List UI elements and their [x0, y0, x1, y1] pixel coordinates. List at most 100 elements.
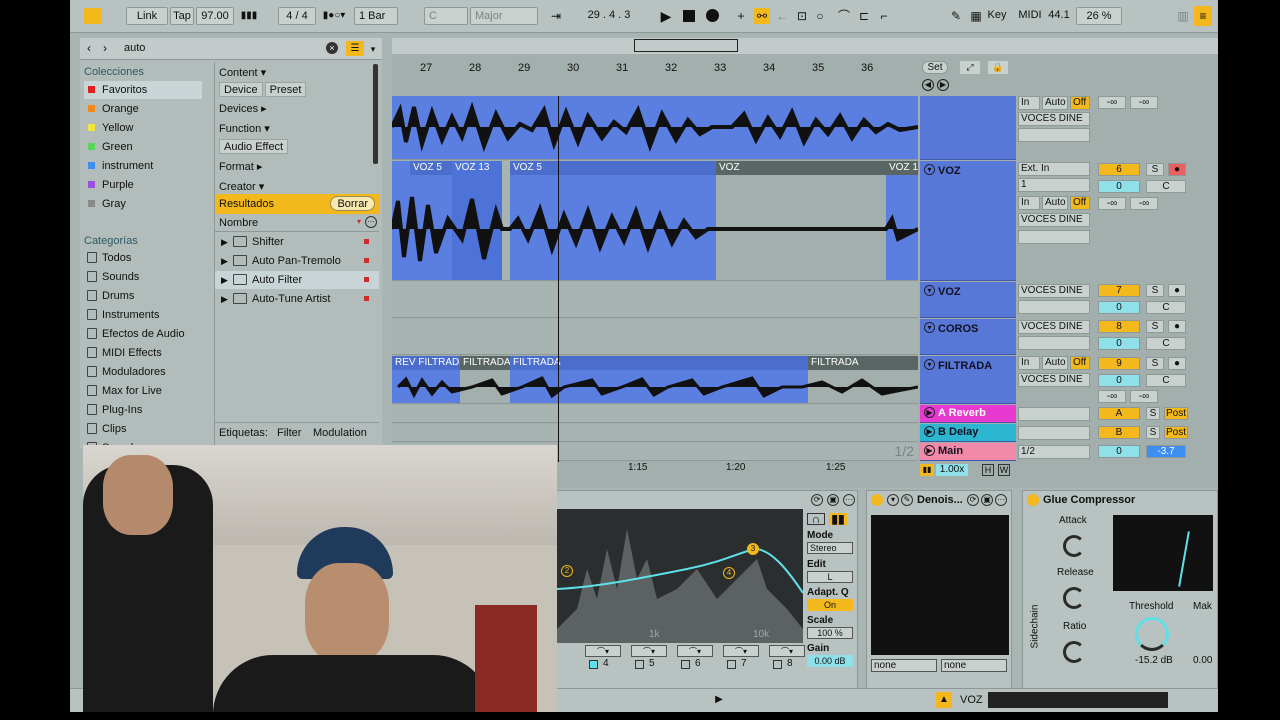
filter-shape-select[interactable]: ⌒▾: [723, 645, 759, 657]
threshold-knob[interactable]: [1135, 617, 1169, 651]
track-number-button[interactable]: 7: [1098, 284, 1140, 297]
filter-view-icon[interactable]: ☰: [346, 41, 364, 56]
browser-menu-chevron-icon[interactable]: ▾: [368, 42, 378, 56]
stop-icon[interactable]: [683, 10, 695, 22]
forward-arrow-icon[interactable]: ›: [98, 41, 112, 55]
volume-field-2[interactable]: -∞: [1098, 390, 1126, 403]
overdub-icon[interactable]: +: [734, 8, 748, 24]
category-sounds[interactable]: Sounds: [84, 268, 202, 286]
collection-yellow[interactable]: Yellow: [84, 119, 202, 137]
fold-icon[interactable]: ▾: [924, 322, 935, 333]
category-efectos-de-audio[interactable]: Efectos de Audio: [84, 325, 202, 343]
input-select-2[interactable]: none: [941, 659, 1007, 672]
result-item[interactable]: ▶ Shifter: [215, 233, 379, 251]
eq-point-2[interactable]: 2: [561, 565, 573, 577]
eq-point-3[interactable]: 3: [747, 543, 759, 555]
expand-icon[interactable]: ⤢: [960, 61, 980, 74]
input-type-select[interactable]: Ext. In: [1018, 162, 1090, 176]
mode-select[interactable]: Stereo: [807, 542, 853, 554]
devices-filter-header[interactable]: Devices ▸: [219, 102, 267, 115]
device-tag[interactable]: Device: [219, 82, 263, 97]
pan-field-2[interactable]: -∞: [1130, 197, 1158, 210]
main-db-field[interactable]: -3.7: [1146, 445, 1186, 458]
plugin-display[interactable]: [871, 515, 1009, 655]
arm-button[interactable]: ●: [1168, 284, 1186, 297]
attack-knob[interactable]: [1063, 535, 1085, 557]
zoom-field[interactable]: 1.00x: [936, 464, 968, 476]
fold-icon[interactable]: ▾: [924, 359, 935, 370]
output-routing-select[interactable]: VOCES DINE: [1018, 213, 1090, 227]
return-lane-a[interactable]: [392, 405, 918, 423]
w-button[interactable]: W: [998, 464, 1010, 476]
track-lane-1[interactable]: [392, 96, 918, 160]
draw-curve-icon[interactable]: ⌒: [836, 8, 852, 24]
play-icon[interactable]: ▶: [924, 426, 935, 437]
track-number-button[interactable]: 6: [1098, 163, 1140, 176]
back-arrow-icon[interactable]: ‹: [82, 41, 96, 55]
band-toggle[interactable]: [589, 660, 598, 669]
category-drums[interactable]: Drums: [84, 287, 202, 305]
pan-field[interactable]: C: [1146, 337, 1186, 350]
main-output-select[interactable]: 1/2: [1018, 445, 1090, 459]
category-plug-ins[interactable]: Plug-Ins: [84, 401, 202, 419]
volume-field-2[interactable]: -∞: [1098, 197, 1126, 210]
solo-button[interactable]: S: [1146, 407, 1160, 420]
midi-map-button[interactable]: MIDI: [1016, 7, 1044, 25]
tempo-field[interactable]: 97.00: [196, 7, 234, 25]
return-routing-field[interactable]: [1018, 426, 1090, 440]
return-letter-button[interactable]: A: [1098, 407, 1140, 420]
overview-selection[interactable]: [634, 39, 738, 52]
back-to-arrangement-icon[interactable]: ←: [774, 8, 790, 24]
eq-band-8[interactable]: ⌒▾ 8: [769, 645, 809, 671]
key-select[interactable]: C: [424, 7, 468, 25]
solo-button[interactable]: S: [1146, 320, 1164, 333]
category-max-for-live[interactable]: Max for Live: [84, 382, 202, 400]
monitor-auto-button[interactable]: Auto: [1042, 96, 1068, 110]
return-lane-b[interactable]: [392, 424, 918, 442]
track-header-filtrada[interactable]: ▾ FILTRADA: [920, 356, 1016, 404]
main-volume-field[interactable]: 0: [1098, 445, 1140, 458]
format-filter-header[interactable]: Format ▸: [219, 160, 262, 173]
audio-effect-tag[interactable]: Audio Effect: [219, 139, 289, 154]
volume-field[interactable]: -∞: [1098, 96, 1126, 109]
edit-field[interactable]: L: [807, 571, 853, 583]
category-midi-effects[interactable]: MIDI Effects: [84, 344, 202, 362]
filter-shape-select[interactable]: ⌒▾: [769, 645, 805, 657]
fold-icon[interactable]: ▾: [924, 285, 935, 296]
device-menu-icon[interactable]: ···: [843, 494, 855, 506]
track-number-button[interactable]: 8: [1098, 320, 1140, 333]
track-lane-4[interactable]: [392, 319, 918, 355]
track-lane-3[interactable]: [392, 282, 918, 318]
next-locator-icon[interactable]: ▶: [937, 79, 949, 91]
link-button[interactable]: Link: [126, 7, 168, 25]
collection-green[interactable]: Green: [84, 138, 202, 156]
fold-icon[interactable]: ▾: [924, 164, 935, 175]
return-letter-button[interactable]: B: [1098, 426, 1140, 439]
audio-clip[interactable]: [392, 96, 918, 159]
return-routing-field[interactable]: [1018, 407, 1090, 421]
play-icon[interactable]: ▶: [712, 693, 726, 707]
collection-instrument[interactable]: instrument: [84, 157, 202, 175]
mini-arrangement[interactable]: [988, 692, 1168, 708]
play-icon[interactable]: ▶: [924, 445, 935, 456]
waveform-zoom-icon[interactable]: ▮▮: [920, 464, 934, 476]
pan-field[interactable]: C: [1146, 374, 1186, 387]
gain-field[interactable]: 0.00 dB: [807, 655, 853, 667]
track-header-1[interactable]: [920, 96, 1016, 160]
clear-search-icon[interactable]: ×: [326, 42, 338, 54]
name-column-header[interactable]: Nombre ▾ ···: [215, 214, 379, 232]
post-button[interactable]: Post: [1164, 407, 1188, 420]
overview-strip[interactable]: [392, 38, 1218, 54]
record-icon[interactable]: [706, 9, 719, 22]
arm-record-button[interactable]: ●: [1168, 163, 1186, 176]
collection-purple[interactable]: Purple: [84, 176, 202, 194]
bar-ruler[interactable]: 27 28 29 30 31 32 33 34 35 36: [392, 60, 918, 76]
playhead[interactable]: [558, 96, 559, 462]
device-power-icon[interactable]: [1027, 494, 1039, 506]
collection-favoritos[interactable]: Favoritos: [84, 81, 202, 99]
main-track-header[interactable]: ▶ Main: [920, 443, 1016, 461]
output-channel-field[interactable]: [1018, 230, 1090, 244]
expand-arrow-icon[interactable]: ▶: [221, 252, 228, 270]
loop-icon[interactable]: ○: [812, 8, 828, 24]
output-routing-select[interactable]: VOCES DINE: [1018, 373, 1090, 387]
